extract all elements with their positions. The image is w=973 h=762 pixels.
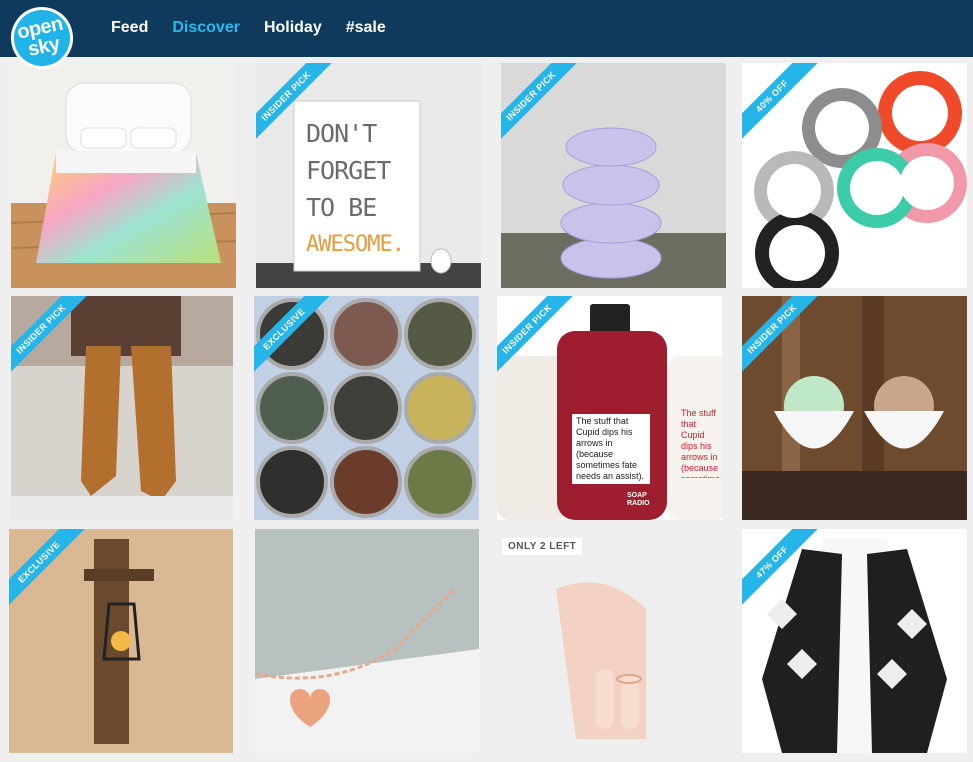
badge-stock: ONLY 2 LEFT [502, 538, 583, 555]
product-tile-lamp[interactable]: EXCLUSIVE [9, 529, 233, 753]
product-tile-cardigan[interactable]: 47% OFF [742, 529, 967, 753]
soap-brand: SOAP RADIO [627, 492, 650, 507]
product-tile-poster[interactable]: DON'T FORGET TO BE AWESOME. INSIDER PICK [256, 63, 481, 288]
nav-sale[interactable]: #sale [346, 17, 386, 39]
poster-line-4: AWESOME. [306, 232, 405, 257]
poster-line-3: TO BE [306, 193, 377, 222]
nav-discover[interactable]: Discover [172, 17, 240, 39]
soap-label: The stuff that Cupid dips his arrows in … [572, 414, 650, 484]
poster-text: DON'T FORGET TO BE AWESOME. [306, 115, 405, 263]
product-tile-bracelet[interactable] [255, 529, 479, 753]
ring-image [496, 529, 723, 753]
bracelet-image [255, 529, 479, 753]
top-navigation-bar: Feed Discover Holiday #sale [0, 0, 973, 57]
main-nav: Feed Discover Holiday #sale [111, 17, 410, 39]
product-tile-soap-bottles[interactable]: The stuff that Cupid dips his arrows in … [497, 296, 722, 520]
poster-line-2: FORGET [306, 156, 391, 185]
nav-feed[interactable]: Feed [111, 17, 148, 39]
product-tile-boots[interactable]: INSIDER PICK [11, 296, 233, 520]
product-tile-ring[interactable]: ONLY 2 LEFT [496, 529, 723, 753]
product-tile-ice-cream[interactable]: INSIDER PICK [742, 296, 967, 520]
product-tile-tea-tins[interactable]: EXCLUSIVE [254, 296, 479, 520]
product-tile-bed-duvet[interactable] [11, 63, 236, 288]
poster-line-1: DON'T [306, 119, 377, 148]
soap-side-label: The stuff that Cupid dips his arrows in … [681, 408, 721, 478]
product-tile-macarons[interactable]: INSIDER PICK [501, 63, 726, 288]
product-tile-watches[interactable]: 40% OFF [742, 63, 967, 288]
nav-holiday[interactable]: Holiday [264, 17, 322, 39]
bed-duvet-image [11, 63, 236, 288]
